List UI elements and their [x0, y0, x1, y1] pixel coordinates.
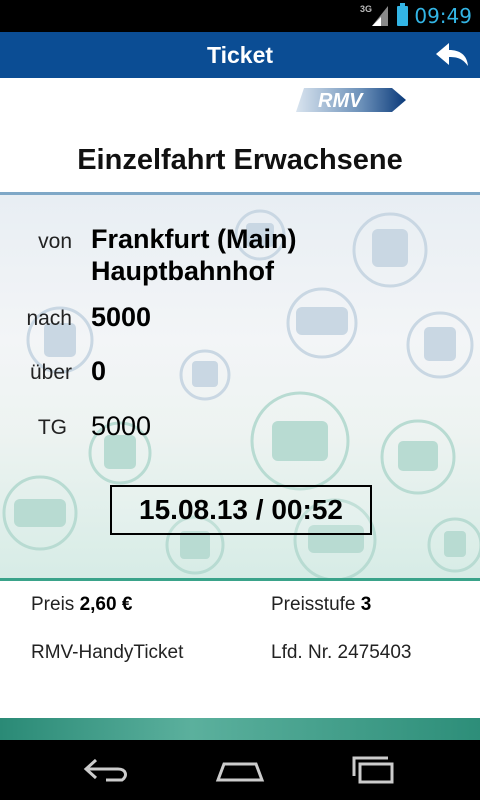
- recent-apps-icon[interactable]: [344, 754, 404, 786]
- back-icon[interactable]: [76, 754, 136, 786]
- page-title: Ticket: [206, 42, 274, 68]
- signal-icon: [372, 6, 388, 26]
- value-tg: 5000: [91, 411, 152, 441]
- battery-icon: [397, 3, 408, 26]
- price-info: Preis 2,60 €: [31, 594, 132, 616]
- value-via: 0: [91, 356, 107, 386]
- status-bar: 3G 09:49: [0, 0, 480, 32]
- ticket-type: Einzelfahrt Erwachsene: [77, 144, 403, 176]
- divider: [0, 578, 480, 581]
- value-to: 5000: [91, 302, 152, 332]
- serial-info: Lfd. Nr. 2475403: [271, 642, 412, 664]
- price-label: Preis: [31, 594, 75, 615]
- logo-text: RMV: [318, 90, 364, 112]
- serial-value: 2475403: [337, 642, 412, 663]
- home-icon[interactable]: [210, 754, 270, 786]
- zone-info: Preisstufe 3: [271, 594, 371, 616]
- value-from-line2: Hauptbahnhof: [91, 256, 274, 286]
- product-name: RMV-HandyTicket: [31, 642, 184, 663]
- ticket-body: von Frankfurt (Main) Hauptbahnhof nach 5…: [0, 195, 480, 578]
- zone-value: 3: [360, 594, 372, 615]
- system-nav-bar: [0, 740, 480, 800]
- footer-stripe: [0, 718, 480, 740]
- value-from-line1: Frankfurt (Main): [91, 224, 297, 254]
- label-to: nach: [26, 307, 72, 330]
- rmv-logo: RMV: [296, 88, 406, 112]
- zone-label: Preisstufe: [271, 594, 356, 615]
- label-tg: TG: [37, 416, 67, 439]
- label-via: über: [29, 361, 72, 384]
- validity-datetime: 15.08.13 / 00:52: [110, 485, 372, 535]
- serial-label: Lfd. Nr.: [271, 642, 333, 663]
- price-value: 2,60 €: [79, 594, 133, 615]
- title-bar: Ticket: [0, 32, 480, 78]
- label-from: von: [38, 230, 72, 253]
- network-type: 3G: [359, 4, 372, 14]
- clock: 09:49: [414, 4, 472, 28]
- back-arrow-icon[interactable]: [432, 38, 472, 72]
